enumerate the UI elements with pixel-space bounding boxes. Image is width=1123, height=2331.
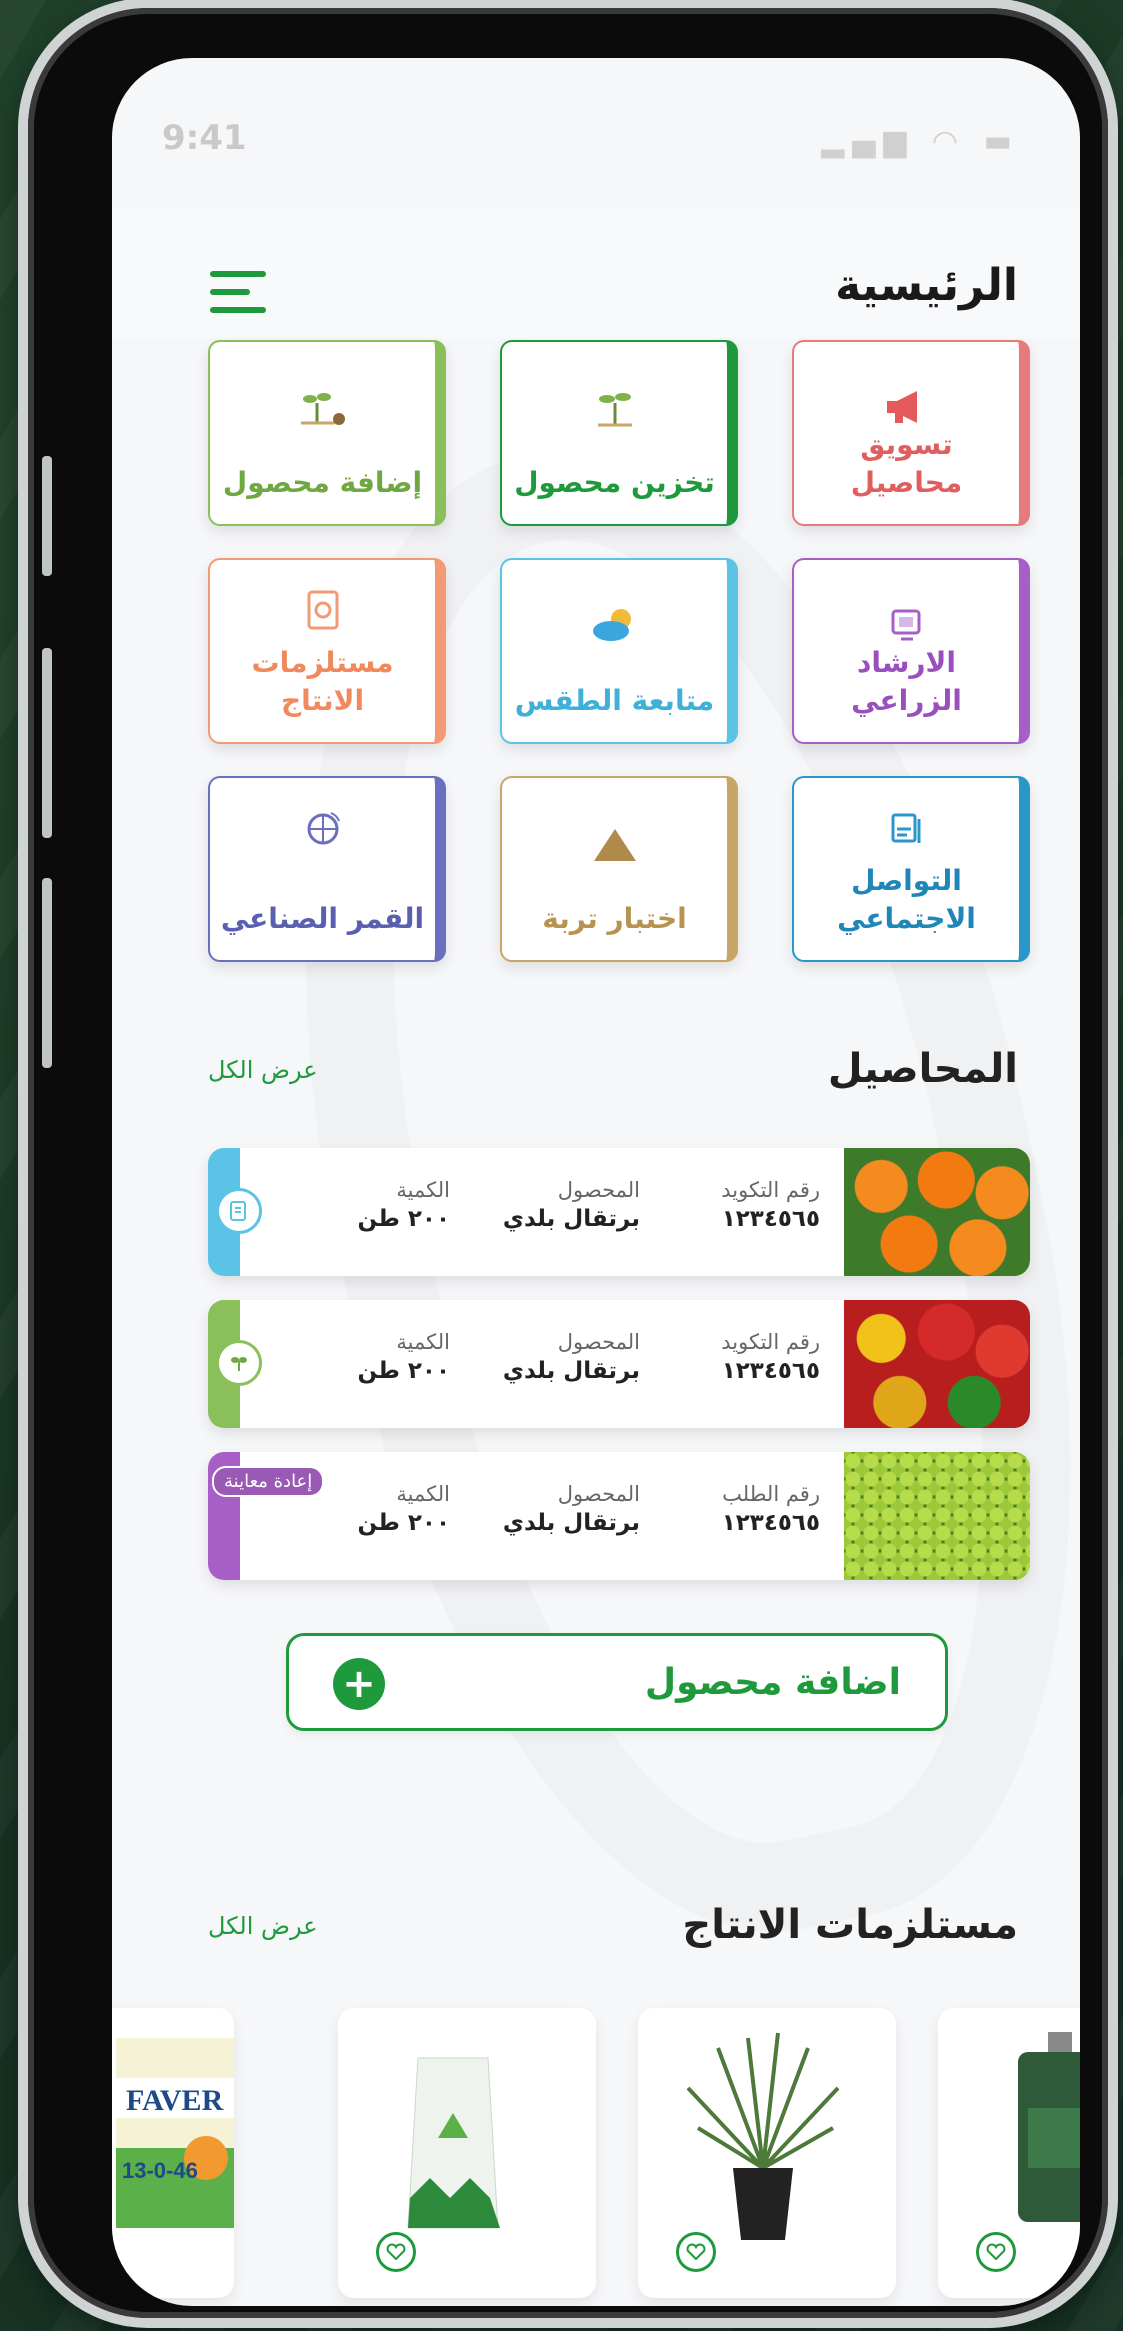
- satellite-icon: [307, 812, 340, 845]
- tile-label: مستلزمات الانتاج: [251, 646, 394, 718]
- add-crop-label: اضافة محصول: [644, 1662, 901, 1703]
- code-column: رقم التكويد ١٢٣٤٥٦٥: [721, 1330, 820, 1384]
- status-time: 9:41: [162, 118, 247, 158]
- qty-column: الكمية ٢٠٠ طن: [358, 1482, 451, 1536]
- weather-icon: [592, 609, 631, 641]
- qty-label: الكمية: [396, 1482, 450, 1506]
- app-screen: 9:41 ▂▄▆ ◠ ▬ الرئيسية تسويق محاصيل تخزين…: [112, 58, 1080, 2306]
- soil-icon: [593, 829, 636, 861]
- tile-crop-marketing[interactable]: تسويق محاصيل: [792, 340, 1030, 526]
- product-value: برتقال بلدي: [502, 1510, 640, 1536]
- tile-label: تخزين محصول: [514, 466, 715, 500]
- wifi-icon: ◠: [931, 124, 967, 159]
- product-value: برتقال بلدي: [502, 1206, 640, 1232]
- tile-label: الارشاد الزراعي: [851, 646, 962, 718]
- faver-grade-text: 13-0-46: [122, 2158, 198, 2183]
- leaf-icon: [216, 1340, 262, 1386]
- code-label: رقم الطلب: [722, 1482, 820, 1506]
- crop-photo-peppers: [844, 1300, 1030, 1428]
- code-column: رقم التكويد ١٢٣٤٥٦٥: [721, 1178, 820, 1232]
- plant-pot-image: [686, 2032, 840, 2240]
- crop-card[interactable]: رقم التكويد ١٢٣٤٥٦٥ المحصول برتقال بلدي ال…: [208, 1148, 1030, 1276]
- mute-switch: [42, 456, 52, 576]
- tile-weather[interactable]: متابعة الطقس: [500, 558, 738, 744]
- heart-icon[interactable]: [976, 2232, 1016, 2272]
- crop-photo-grapes: [844, 1452, 1030, 1580]
- volume-down-button: [42, 878, 52, 1068]
- sprout-icon: [597, 393, 632, 427]
- social-icon: [891, 813, 920, 843]
- code-label: رقم التكويد: [721, 1178, 820, 1202]
- crop-card[interactable]: إعادة معاينة رقم الطلب ١٢٣٤٥٦٥ المحصول برت…: [208, 1452, 1030, 1580]
- qty-column: الكمية ٢٠٠ طن: [358, 1178, 451, 1232]
- megaphone-icon: [886, 391, 917, 423]
- qty-column: الكمية ٢٠٠ طن: [358, 1330, 451, 1384]
- product-card-plant[interactable]: [638, 2008, 896, 2298]
- battery-icon: ▬: [983, 124, 1020, 159]
- guide-icon: [891, 609, 920, 641]
- code-column: رقم الطلب ١٢٣٤٥٦٥: [722, 1482, 820, 1536]
- heart-icon[interactable]: [676, 2232, 716, 2272]
- code-value: ١٢٣٤٥٦٥: [721, 1206, 820, 1232]
- crops-section-title: المحاصيل: [827, 1046, 1018, 1092]
- supplies-view-all-link[interactable]: عرض الكل: [208, 1912, 318, 1940]
- supplies-icon: [307, 590, 338, 630]
- product-column: المحصول برتقال بلدي: [503, 1178, 640, 1232]
- crops-view-all-link[interactable]: عرض الكل: [208, 1056, 318, 1084]
- status-badge: إعادة معاينة: [212, 1466, 325, 1497]
- qty-value: ٢٠٠ طن: [357, 1510, 451, 1536]
- product-value: برتقال بلدي: [502, 1358, 640, 1384]
- tile-crop-storage[interactable]: تخزين محصول: [500, 340, 738, 526]
- tile-label: التواصل الاجتماعي: [837, 864, 976, 936]
- volume-up-button: [42, 648, 52, 838]
- tile-soil-test[interactable]: اختبار تربة: [500, 776, 738, 962]
- plant-add-icon: [300, 393, 345, 425]
- qty-label: الكمية: [396, 1330, 450, 1354]
- code-label: رقم التكويد: [721, 1330, 820, 1354]
- crop-photo-oranges: [844, 1148, 1030, 1276]
- product-column: المحصول برتقال بلدي: [503, 1482, 640, 1536]
- qty-value: ٢٠٠ طن: [357, 1358, 451, 1384]
- seed-bag-image: [407, 2057, 500, 2229]
- tile-agricultural-guidance[interactable]: الارشاد الزراعي: [792, 558, 1030, 744]
- status-bar: 9:41 ▂▄▆ ◠ ▬: [112, 118, 1080, 178]
- code-value: ١٢٣٤٥٦٥: [721, 1510, 820, 1536]
- crop-doc-icon: [216, 1188, 262, 1234]
- qty-value: ٢٠٠ طن: [357, 1206, 451, 1232]
- qty-label: الكمية: [396, 1178, 450, 1202]
- supplies-section-title: مستلزمات الانتاج: [682, 1902, 1018, 1948]
- tile-add-crop[interactable]: إضافة محصول: [208, 340, 446, 526]
- product-label: المحصول: [557, 1482, 640, 1506]
- page-title: الرئيسية: [835, 260, 1018, 311]
- tile-label: القمر الصناعي: [220, 902, 425, 936]
- app-header: الرئيسية: [112, 208, 1080, 338]
- status-icons: ▂▄▆ ◠ ▬: [821, 124, 1020, 159]
- tile-label: تسويق محاصيل: [850, 428, 963, 500]
- product-card-faver[interactable]: FAVER 13-0-46: [112, 2008, 234, 2298]
- product-card-seed-bag[interactable]: [338, 2008, 596, 2298]
- tile-satellite[interactable]: القمر الصناعي: [208, 776, 446, 962]
- tile-label: اختبار تربة: [542, 902, 687, 936]
- tile-label: متابعة الطقس: [514, 684, 715, 718]
- product-label: المحصول: [557, 1330, 640, 1354]
- menu-icon[interactable]: [210, 271, 270, 315]
- code-value: ١٢٣٤٥٦٥: [721, 1358, 820, 1384]
- fertilizer-bottle-image: [1018, 2032, 1080, 2222]
- plus-icon: +: [333, 1658, 385, 1710]
- product-column: المحصول برتقال بلدي: [503, 1330, 640, 1384]
- product-card-fertilizer[interactable]: [938, 2008, 1080, 2298]
- faver-bag-image: FAVER 13-0-46: [116, 2038, 234, 2228]
- crop-card[interactable]: رقم التكويد ١٢٣٤٥٦٥ المحصول برتقال بلدي ال…: [208, 1300, 1030, 1428]
- tile-production-supplies[interactable]: مستلزمات الانتاج: [208, 558, 446, 744]
- tile-social-communication[interactable]: التواصل الاجتماعي: [792, 776, 1030, 962]
- faver-brand-text: FAVER: [126, 2084, 224, 2117]
- tile-label: إضافة محصول: [222, 466, 423, 500]
- phone-frame: 9:41 ▂▄▆ ◠ ▬ الرئيسية تسويق محاصيل تخزين…: [28, 8, 1108, 2318]
- heart-icon[interactable]: [376, 2232, 416, 2272]
- signal-icon: ▂▄▆: [821, 124, 915, 159]
- add-crop-button[interactable]: اضافة محصول +: [286, 1633, 948, 1731]
- product-label: المحصول: [557, 1178, 640, 1202]
